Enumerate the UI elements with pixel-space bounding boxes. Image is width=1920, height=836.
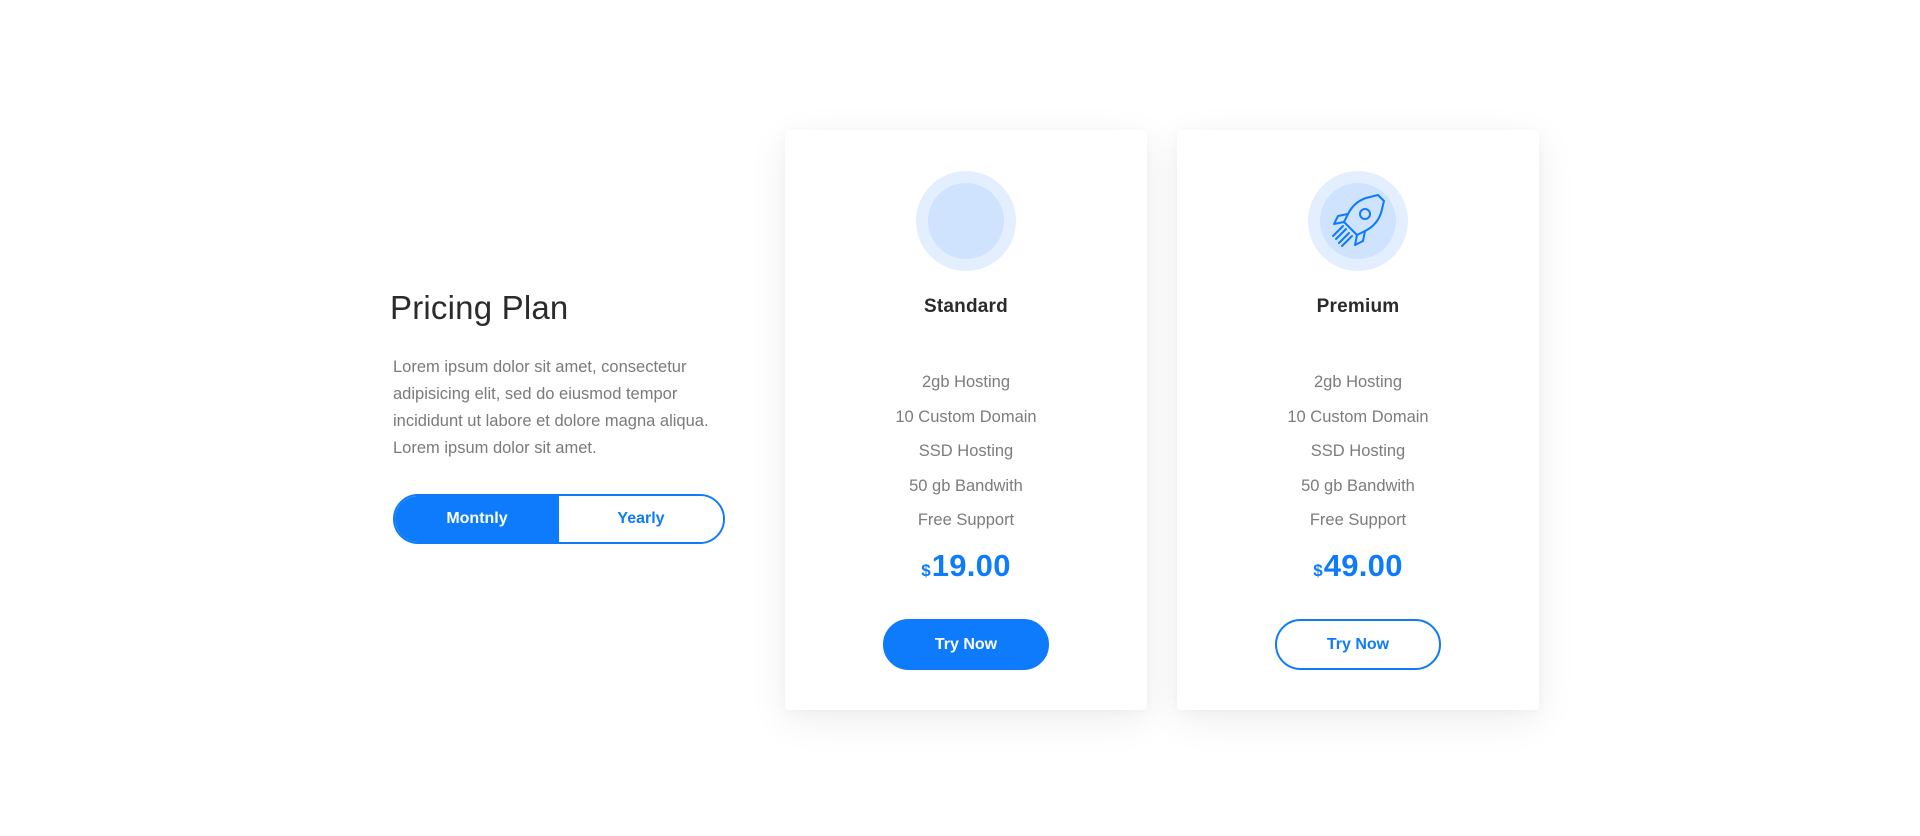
feature-item: 50 gb Bandwith — [909, 476, 1023, 495]
pricing-description: Lorem ipsum dolor sit amet, consectetur … — [393, 358, 709, 457]
plan-name: Premium — [1316, 296, 1400, 317]
feature-item: SSD Hosting — [1310, 442, 1406, 460]
yearly-toggle-button[interactable]: Yearly — [559, 496, 723, 542]
feature-list: 2gb Hosting 10 Custom Domain SSD Hosting… — [785, 370, 1147, 543]
billing-toggle[interactable]: Montnly Yearly — [393, 494, 725, 544]
price-currency: $ — [921, 561, 931, 580]
feature-item: Free Support — [1309, 511, 1407, 529]
feature-item: 2gb Hosting — [1313, 373, 1403, 391]
try-now-button[interactable]: Try Now — [1275, 619, 1441, 670]
pricing-section: Pricing Plan Lorem ipsum dolor sit amet,… — [0, 0, 1920, 836]
plan-price: $ 49.00 — [1177, 548, 1539, 584]
price-currency: $ — [1313, 561, 1323, 580]
plan-card-standard: Standard 2gb Hosting 10 Custom Domain SS… — [785, 130, 1147, 710]
empty-circle-icon — [928, 183, 1004, 259]
try-now-button[interactable]: Try Now — [883, 619, 1049, 670]
plan-icon-circle — [916, 171, 1016, 271]
feature-item: Free Support — [917, 511, 1015, 529]
pricing-intro: Pricing Plan Lorem ipsum dolor sit amet,… — [390, 284, 730, 462]
rocket-icon — [1332, 194, 1385, 247]
feature-item: 10 Custom Domain — [895, 407, 1037, 426]
feature-item: SSD Hosting — [918, 442, 1014, 460]
plan-icon-circle — [1308, 171, 1408, 271]
price-amount: 49.00 — [1323, 548, 1403, 583]
feature-item: 50 gb Bandwith — [1301, 476, 1415, 495]
price-amount: 19.00 — [931, 548, 1011, 583]
plan-name: Standard — [924, 296, 1008, 317]
feature-item: 10 Custom Domain — [1287, 407, 1429, 426]
feature-list: 2gb Hosting 10 Custom Domain SSD Hosting… — [1177, 370, 1539, 543]
feature-item: 2gb Hosting — [921, 373, 1011, 391]
plan-card-premium: Premium 2gb Hosting 10 Custom Domain SSD… — [1177, 130, 1539, 710]
pricing-title: Pricing Plan — [390, 289, 569, 326]
plan-price: $ 19.00 — [785, 548, 1147, 584]
monthly-toggle-button[interactable]: Montnly — [395, 496, 559, 542]
